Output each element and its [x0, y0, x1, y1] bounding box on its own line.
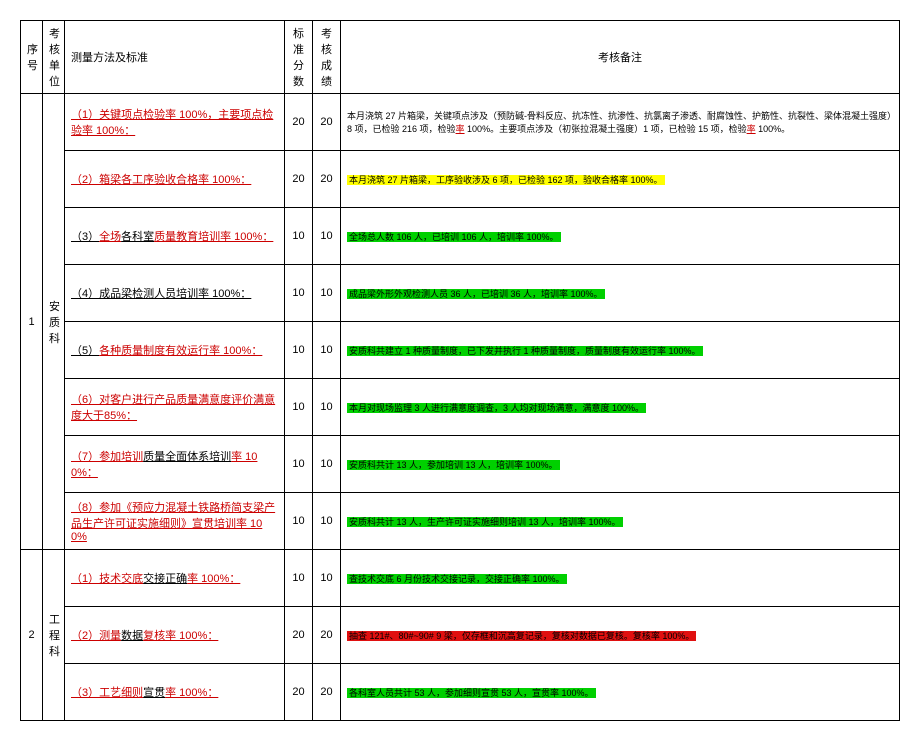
note-cell: 全场总人数 106 人，已培训 106 人，培训率 100%。: [341, 208, 900, 265]
table-row: 2工程科（1）技术交底交接正确率 100%：1010查技术交底 6 月份技术交接…: [21, 550, 900, 607]
note-cell: 各科室人员共计 53 人，参加细则宣贯 53 人，宣贯率 100%。: [341, 664, 900, 721]
method-cell: （1）关键项点检验率 100%，主要项点检验率 100%：: [65, 94, 285, 151]
method-cell: （3）工艺细则宣贯率 100%：: [65, 664, 285, 721]
score-cell: 10: [313, 265, 341, 322]
hdr-note: 考核备注: [341, 21, 900, 94]
table-row: （2）箱梁各工序验收合格率 100%：2020本月浇筑 27 片箱梁，工序验收涉…: [21, 151, 900, 208]
std-score-cell: 20: [285, 94, 313, 151]
std-score-cell: 10: [285, 265, 313, 322]
table-row: 1安质科（1）关键项点检验率 100%，主要项点检验率 100%：2020本月浇…: [21, 94, 900, 151]
method-cell: （2）箱梁各工序验收合格率 100%：: [65, 151, 285, 208]
score-cell: 10: [313, 550, 341, 607]
score-cell: 20: [313, 94, 341, 151]
table-row: （5）各种质量制度有效运行率 100%：1010安质科共建立 1 种质量制度，已…: [21, 322, 900, 379]
note-cell: 成品梁外形外观检测人员 36 人，已培训 36 人，培训率 100%。: [341, 265, 900, 322]
table-row: （3）工艺细则宣贯率 100%：2020各科室人员共计 53 人，参加细则宣贯 …: [21, 664, 900, 721]
table-row: （6）对客户进行产品质量满意度评价满意度大于85%：1010本月对现场监理 3 …: [21, 379, 900, 436]
std-score-cell: 20: [285, 607, 313, 664]
method-cell: （6）对客户进行产品质量满意度评价满意度大于85%：: [65, 379, 285, 436]
note-cell: 查技术交底 6 月份技术交接记录，交接正确率 100%。: [341, 550, 900, 607]
method-cell: （3）全场各科室质量教育培训率 100%：: [65, 208, 285, 265]
table-row: （4）成品梁检测人员培训率 100%：1010成品梁外形外观检测人员 36 人，…: [21, 265, 900, 322]
std-score-cell: 10: [285, 322, 313, 379]
score-cell: 20: [313, 664, 341, 721]
unit-cell: 安质科: [43, 94, 65, 550]
table-row: （3）全场各科室质量教育培训率 100%：1010全场总人数 106 人，已培训…: [21, 208, 900, 265]
score-cell: 10: [313, 208, 341, 265]
table-row: （8）参加《预应力混凝土铁路桥简支梁产品生产许可证实施细则》宣贯培训率 100%…: [21, 493, 900, 550]
seq-cell: 2: [21, 550, 43, 721]
score-cell: 10: [313, 322, 341, 379]
std-score-cell: 10: [285, 550, 313, 607]
hdr-method: 测量方法及标准: [65, 21, 285, 94]
hdr-score: 考核成绩: [313, 21, 341, 94]
note-cell: 抽查 121#、80#~90# 9 梁，仅存框和沉高复记录，复核对数据已复核。复…: [341, 607, 900, 664]
std-score-cell: 10: [285, 379, 313, 436]
score-cell: 20: [313, 151, 341, 208]
note-cell: 安质科共计 13 人，生产许可证实施细则培训 13 人，培训率 100%。: [341, 493, 900, 550]
score-cell: 10: [313, 493, 341, 550]
method-cell: （5）各种质量制度有效运行率 100%：: [65, 322, 285, 379]
std-score-cell: 20: [285, 664, 313, 721]
header-row: 序号 考核单位 测量方法及标准 标准分数 考核成绩 考核备注: [21, 21, 900, 94]
score-cell: 10: [313, 436, 341, 493]
note-cell: 安质科共计 13 人，参加培训 13 人，培训率 100%。: [341, 436, 900, 493]
unit-cell: 工程科: [43, 550, 65, 721]
method-cell: （2）测量数据复核率 100%：: [65, 607, 285, 664]
seq-cell: 1: [21, 94, 43, 550]
note-cell: 安质科共建立 1 种质量制度，已下发并执行 1 种质量制度，质量制度有效运行率 …: [341, 322, 900, 379]
assessment-table: 序号 考核单位 测量方法及标准 标准分数 考核成绩 考核备注 1安质科（1）关键…: [20, 20, 900, 721]
hdr-unit: 考核单位: [43, 21, 65, 94]
std-score-cell: 10: [285, 493, 313, 550]
std-score-cell: 10: [285, 436, 313, 493]
note-cell: 本月浇筑 27 片箱梁，关键项点涉及（预防碱-骨料反应、抗冻性、抗渗性、抗氯离子…: [341, 94, 900, 151]
std-score-cell: 10: [285, 208, 313, 265]
method-cell: （8）参加《预应力混凝土铁路桥简支梁产品生产许可证实施细则》宣贯培训率 100%: [65, 493, 285, 550]
method-cell: （1）技术交底交接正确率 100%：: [65, 550, 285, 607]
score-cell: 10: [313, 379, 341, 436]
std-score-cell: 20: [285, 151, 313, 208]
note-cell: 本月浇筑 27 片箱梁，工序验收涉及 6 项，已检验 162 项，验收合格率 1…: [341, 151, 900, 208]
hdr-seq: 序号: [21, 21, 43, 94]
table-row: （2）测量数据复核率 100%：2020抽查 121#、80#~90# 9 梁，…: [21, 607, 900, 664]
hdr-std: 标准分数: [285, 21, 313, 94]
table-row: （7）参加培训质量全面体系培训率 100%：1010安质科共计 13 人，参加培…: [21, 436, 900, 493]
method-cell: （4）成品梁检测人员培训率 100%：: [65, 265, 285, 322]
method-cell: （7）参加培训质量全面体系培训率 100%：: [65, 436, 285, 493]
score-cell: 20: [313, 607, 341, 664]
note-cell: 本月对现场监理 3 人进行满意度调查，3 人均对现场满意，满意度 100%。: [341, 379, 900, 436]
